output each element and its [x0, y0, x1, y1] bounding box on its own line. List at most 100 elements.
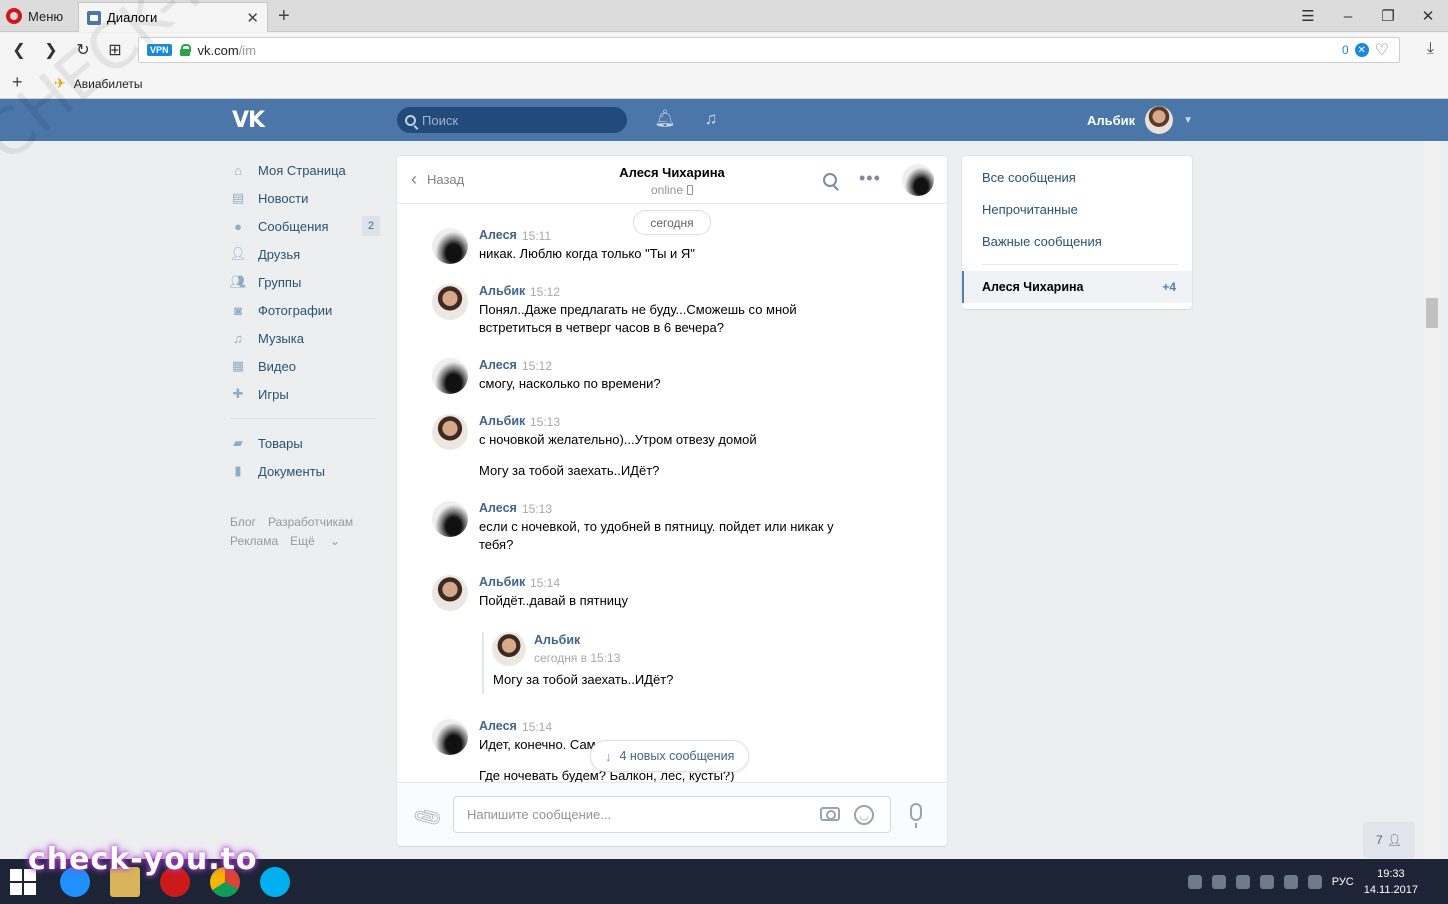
tab-close-icon[interactable]: ✕	[246, 9, 259, 27]
message-time[interactable]: 15:14	[522, 720, 552, 734]
restore-button[interactable]: ❐	[1368, 0, 1408, 32]
sidebar-item-my-page[interactable]: ⌂ Моя Страница	[230, 156, 380, 184]
message-time[interactable]: 15:12	[530, 285, 560, 299]
camera-icon[interactable]	[820, 807, 840, 821]
download-icon[interactable]: ⤓	[1427, 40, 1434, 58]
peer-avatar[interactable]	[902, 164, 934, 196]
browser-menu-button[interactable]: Меню	[6, 6, 63, 26]
url-text[interactable]: vk.com/im	[198, 43, 257, 58]
message-author[interactable]: Алеся	[479, 501, 517, 515]
avatar[interactable]	[432, 284, 468, 320]
filter-all-messages[interactable]: Все сообщения	[982, 170, 1076, 185]
avatar[interactable]	[432, 228, 468, 264]
message-author[interactable]: Алеся	[479, 358, 517, 372]
user-menu[interactable]: Альбик ▼	[1087, 105, 1193, 135]
filter-peer-item[interactable]: Алеся Чихарина +4	[962, 271, 1192, 303]
emoji-icon[interactable]: ◡	[854, 805, 874, 825]
footer-link-developers[interactable]: Разработчикам	[268, 515, 353, 529]
message-author[interactable]: Альбик	[479, 284, 525, 298]
message-author[interactable]: Альбик	[479, 575, 525, 589]
microphone-icon[interactable]	[910, 803, 922, 828]
avatar[interactable]	[432, 575, 468, 611]
message-time[interactable]: 15:14	[530, 576, 560, 590]
search-input[interactable]: Поиск	[397, 107, 627, 133]
sidebar-item-messages[interactable]: ● Сообщения 2	[230, 212, 380, 240]
avatar[interactable]	[492, 632, 526, 666]
sidebar-item-photos[interactable]: ◙ Фотографии	[230, 296, 380, 324]
online-friends-widget[interactable]: 7 👤︎	[1363, 822, 1415, 858]
adblock-icon[interactable]: ✕	[1354, 43, 1369, 57]
vk-logo[interactable]: VK	[232, 108, 265, 133]
language-indicator[interactable]: РУС	[1332, 876, 1354, 888]
vpn-badge[interactable]: VPN	[147, 44, 172, 56]
sidebar-item-video[interactable]: ▦ Видео	[230, 352, 380, 380]
filter-important[interactable]: Важные сообщения	[982, 234, 1102, 249]
forwarded-time[interactable]: сегодня в 15:13	[534, 651, 620, 665]
tray-app-icon[interactable]	[1187, 874, 1202, 889]
volume-icon[interactable]	[1307, 874, 1322, 889]
window-close-button[interactable]: ✕	[1408, 0, 1448, 32]
tray-app-icon[interactable]	[1235, 874, 1250, 889]
sidebar-item-news[interactable]: ▤ Новости	[230, 184, 380, 212]
speed-dial-icon[interactable]: ⊞	[104, 39, 126, 61]
heart-icon[interactable]: ♡	[1375, 40, 1389, 60]
avatar	[1145, 106, 1174, 134]
skype-icon[interactable]	[260, 867, 290, 897]
forwarded-author[interactable]: Альбик	[534, 633, 580, 647]
bag-icon: ▰	[233, 435, 243, 450]
lock-icon[interactable]	[179, 44, 191, 56]
add-bookmark-icon[interactable]: +	[12, 72, 23, 93]
sidebar-item-groups[interactable]: 👥︎ Группы	[230, 268, 380, 296]
tab-menu-icon[interactable]: ☰	[1288, 0, 1328, 32]
sidebar-footer: Блог Разработчикам Реклама Ещё ⌄	[230, 513, 380, 551]
bell-icon[interactable]: 🔔︎	[654, 109, 676, 129]
bookmark-bar: + ✈ Авиабилеты	[0, 67, 1448, 99]
message-text: никак. Люблю когда только "Ты и Я"	[479, 246, 695, 261]
page-scrollbar[interactable]	[1424, 141, 1440, 859]
avatar[interactable]	[432, 358, 468, 394]
sidebar-item-games[interactable]: ✚ Игры	[230, 380, 380, 408]
scrollbar-thumb[interactable]	[1426, 298, 1438, 328]
message-time[interactable]: 15:11	[522, 229, 551, 243]
taskbar-clock[interactable]: 19:33 14.11.2017	[1364, 866, 1418, 898]
footer-link-more[interactable]: Ещё ⌄	[290, 534, 340, 548]
search-icon[interactable]	[823, 173, 837, 187]
message-time[interactable]: 15:13	[530, 415, 560, 429]
network-icon[interactable]	[1283, 874, 1298, 889]
filter-unread[interactable]: Непрочитанные	[982, 202, 1078, 217]
music-note-icon[interactable]: ♫	[701, 109, 721, 129]
back-nav-icon[interactable]: ❮	[8, 39, 30, 61]
minimize-button[interactable]: –	[1328, 0, 1368, 32]
message-author[interactable]: Алеся	[479, 228, 517, 242]
sidebar-item-music[interactable]: ♫ Музыка	[230, 324, 380, 352]
forward-nav-icon[interactable]: ❯	[40, 39, 62, 61]
footer-link-ads[interactable]: Реклама	[230, 534, 278, 548]
opera-logo-icon	[6, 8, 22, 24]
sidebar-item-label: Видео	[258, 358, 296, 374]
sidebar-item-friends[interactable]: 👤︎ Друзья	[230, 240, 380, 268]
avatar[interactable]	[432, 414, 468, 450]
attach-icon[interactable]: 📎︎	[410, 800, 444, 834]
chevron-down-icon: ▼	[1183, 114, 1194, 126]
left-sidebar: ⌂ Моя Страница ▤ Новости ● Сообщения 2 👤…	[230, 156, 380, 551]
new-tab-button[interactable]: +	[278, 5, 290, 28]
footer-link-blog[interactable]: Блог	[230, 515, 256, 529]
bookmark-item[interactable]: ✈ Авиабилеты	[54, 75, 142, 92]
message-time[interactable]: 15:13	[522, 502, 552, 516]
browser-tab[interactable]: Диалоги ✕	[78, 2, 268, 32]
address-toolbar: ❮ ❯ ↻ ⊞ VPN vk.com/im 0 ✕ ♡ ⤓	[0, 33, 1448, 67]
message-time[interactable]: 15:12	[522, 359, 552, 373]
message-author[interactable]: Алеся	[479, 719, 517, 733]
sidebar-item-documents[interactable]: ▮ Документы	[230, 457, 380, 485]
avatar[interactable]	[432, 719, 468, 755]
filter-peer-count: +4	[1162, 280, 1176, 294]
avatar[interactable]	[432, 501, 468, 537]
message-author[interactable]: Альбик	[479, 414, 525, 428]
new-messages-button[interactable]: ↓ 4 новых сообщения	[590, 740, 750, 772]
address-field[interactable]: VPN vk.com/im 0 ✕ ♡	[138, 37, 1400, 63]
tray-app-icon[interactable]	[1211, 874, 1226, 889]
tray-app-icon[interactable]	[1259, 874, 1274, 889]
reload-icon[interactable]: ↻	[72, 39, 94, 61]
sidebar-item-goods[interactable]: ▰ Товары	[230, 429, 380, 457]
more-icon[interactable]: •••	[859, 168, 881, 189]
